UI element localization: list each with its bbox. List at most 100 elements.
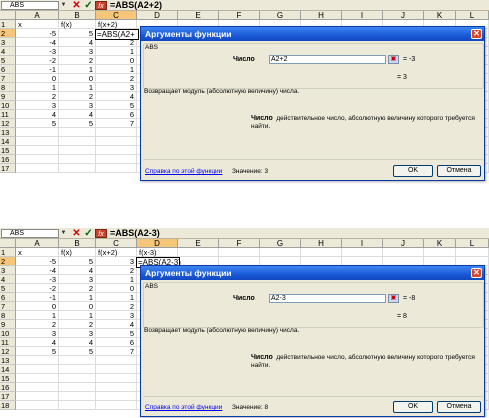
col-header-a[interactable]: A: [16, 11, 59, 20]
cell-c13[interactable]: [96, 128, 137, 137]
enter-formula-icon[interactable]: ✓: [83, 228, 94, 239]
row-header-10[interactable]: 10: [0, 329, 16, 338]
select-all-corner[interactable]: [0, 239, 16, 248]
cell-b12[interactable]: 5: [59, 347, 96, 356]
cell-a7[interactable]: 0: [16, 302, 59, 311]
cell-h1[interactable]: [301, 248, 342, 257]
close-icon[interactable]: ✕: [471, 29, 482, 39]
cell-b8[interactable]: 1: [59, 311, 96, 320]
cancel-button[interactable]: Отмена: [437, 165, 481, 177]
row-header-2[interactable]: 2: [0, 29, 16, 38]
cell-b13[interactable]: [59, 128, 96, 137]
cell-b3[interactable]: 4: [59, 38, 96, 47]
cell-a10[interactable]: 3: [16, 329, 59, 338]
row-header-12[interactable]: 12: [0, 119, 16, 128]
cell-a10[interactable]: 3: [16, 101, 59, 110]
row-header-17[interactable]: 17: [0, 164, 16, 173]
cell-a1[interactable]: x: [16, 20, 59, 29]
cell-a8[interactable]: 1: [16, 311, 59, 320]
cell-a17[interactable]: [16, 164, 59, 173]
row-header-1[interactable]: 1: [0, 20, 16, 29]
col-header-g[interactable]: G: [260, 239, 301, 248]
ok-button[interactable]: OK: [393, 165, 433, 177]
row-header-15[interactable]: 15: [0, 146, 16, 155]
cell-a12[interactable]: 5: [16, 119, 59, 128]
cell-a15[interactable]: [16, 146, 59, 155]
cell-b9[interactable]: 2: [59, 92, 96, 101]
cell-a16[interactable]: [16, 383, 59, 392]
cell-c6[interactable]: 1: [96, 65, 137, 74]
cell-c9[interactable]: 4: [96, 92, 137, 101]
cell-a13[interactable]: [16, 356, 59, 365]
cell-c3[interactable]: 2: [96, 266, 137, 275]
cell-c17[interactable]: [96, 392, 137, 401]
row-header-3[interactable]: 3: [0, 266, 16, 275]
cell-b5[interactable]: 2: [59, 56, 96, 65]
cell-c14[interactable]: [96, 365, 137, 374]
col-header-d[interactable]: D: [137, 11, 178, 20]
cell-d1[interactable]: f(x-3): [137, 248, 178, 257]
col-header-e[interactable]: E: [178, 239, 219, 248]
cell-a14[interactable]: [16, 365, 59, 374]
row-header-17[interactable]: 17: [0, 392, 16, 401]
cell-c11[interactable]: 6: [96, 338, 137, 347]
cell-a17[interactable]: [16, 392, 59, 401]
col-header-l[interactable]: L: [456, 239, 489, 248]
cell-c14[interactable]: [96, 137, 137, 146]
cell-c8[interactable]: 3: [96, 311, 137, 320]
cell-a13[interactable]: [16, 128, 59, 137]
cell-c15[interactable]: [96, 146, 137, 155]
collapse-dialog-icon[interactable]: ▣: [388, 55, 399, 64]
cell-c12[interactable]: 7: [96, 347, 137, 356]
cell-a5[interactable]: -2: [16, 284, 59, 293]
cell-b7[interactable]: 0: [59, 302, 96, 311]
col-header-h[interactable]: H: [301, 239, 342, 248]
cell-c6[interactable]: 1: [96, 293, 137, 302]
formula-input[interactable]: =ABS(A2-3): [110, 228, 160, 239]
ok-button[interactable]: OK: [393, 401, 433, 413]
cell-c5[interactable]: 0: [96, 284, 137, 293]
cell-a6[interactable]: -1: [16, 65, 59, 74]
row-header-8[interactable]: 8: [0, 311, 16, 320]
row-header-5[interactable]: 5: [0, 56, 16, 65]
cancel-formula-icon[interactable]: ✕: [71, 228, 82, 239]
cell-a11[interactable]: 4: [16, 110, 59, 119]
cell-b15[interactable]: [59, 146, 96, 155]
col-header-b[interactable]: B: [59, 239, 96, 248]
col-header-i[interactable]: I: [342, 239, 383, 248]
cell-b17[interactable]: [59, 392, 96, 401]
cell-b4[interactable]: 3: [59, 47, 96, 56]
row-header-9[interactable]: 9: [0, 320, 16, 329]
cell-g1[interactable]: [260, 248, 301, 257]
cell-c17[interactable]: [96, 164, 137, 173]
cell-b11[interactable]: 4: [59, 338, 96, 347]
col-header-f[interactable]: F: [219, 239, 260, 248]
cell-b14[interactable]: [59, 365, 96, 374]
cell-a16[interactable]: [16, 155, 59, 164]
cell-b1[interactable]: f(x): [59, 248, 96, 257]
cell-b5[interactable]: 2: [59, 284, 96, 293]
row-header-8[interactable]: 8: [0, 83, 16, 92]
cell-c11[interactable]: 6: [96, 110, 137, 119]
row-header-4[interactable]: 4: [0, 47, 16, 56]
col-header-c[interactable]: C: [96, 239, 137, 248]
cell-l1[interactable]: [456, 248, 489, 257]
cell-c18[interactable]: [96, 401, 137, 410]
cell-a6[interactable]: -1: [16, 293, 59, 302]
cell-b2[interactable]: 5: [59, 257, 96, 266]
cell-f1[interactable]: [219, 248, 260, 257]
cell-b13[interactable]: [59, 356, 96, 365]
row-header-2[interactable]: 2: [0, 257, 16, 266]
row-header-12[interactable]: 12: [0, 347, 16, 356]
col-header-j[interactable]: J: [383, 11, 424, 20]
cell-b4[interactable]: 3: [59, 275, 96, 284]
cell-j1[interactable]: [383, 248, 424, 257]
cell-a8[interactable]: 1: [16, 83, 59, 92]
cell-c16[interactable]: [96, 383, 137, 392]
cell-c4[interactable]: 1: [96, 275, 137, 284]
row-header-1[interactable]: 1: [0, 248, 16, 257]
cell-b16[interactable]: [59, 155, 96, 164]
number-input[interactable]: A2+2: [269, 55, 386, 64]
help-link[interactable]: Справка по этой функции: [145, 404, 222, 411]
cell-a5[interactable]: -2: [16, 56, 59, 65]
